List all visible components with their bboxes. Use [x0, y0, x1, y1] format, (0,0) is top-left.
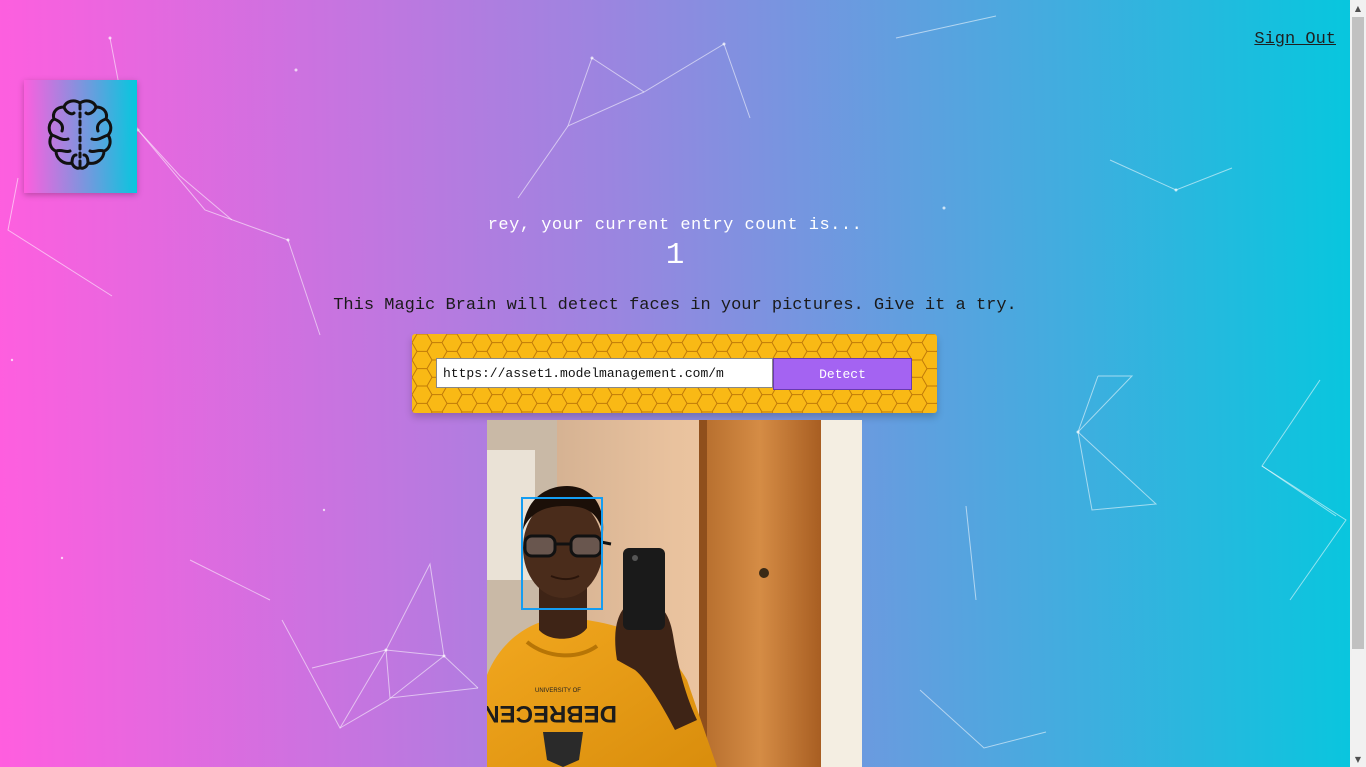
brain-icon — [47, 99, 113, 170]
detect-button[interactable]: Detect — [773, 358, 912, 390]
sign-out-link[interactable]: Sign Out — [1254, 30, 1336, 49]
scrollbar-thumb[interactable] — [1352, 17, 1364, 649]
hoodie-print-large: DEBRECEN — [487, 700, 617, 727]
image-link-form: Detect — [412, 334, 937, 413]
scroll-down-arrow-icon[interactable]: ▼ — [1350, 751, 1366, 767]
hoodie-print-small: UNIVERSITY OF — [535, 688, 581, 694]
scroll-up-arrow-icon[interactable]: ▲ — [1350, 0, 1366, 16]
entry-count: 1 — [665, 238, 685, 273]
rank-message: rey, your current entry count is... — [487, 216, 863, 235]
face-bounding-box — [521, 497, 603, 610]
logo-tile[interactable] — [24, 80, 137, 193]
face-image: UNIVERSITY OF DEBRECEN — [487, 420, 862, 767]
vertical-scrollbar[interactable]: ▲ ▼ — [1350, 0, 1366, 767]
form-tagline: This Magic Brain will detect faces in yo… — [333, 296, 1017, 315]
image-url-input[interactable] — [436, 358, 773, 388]
